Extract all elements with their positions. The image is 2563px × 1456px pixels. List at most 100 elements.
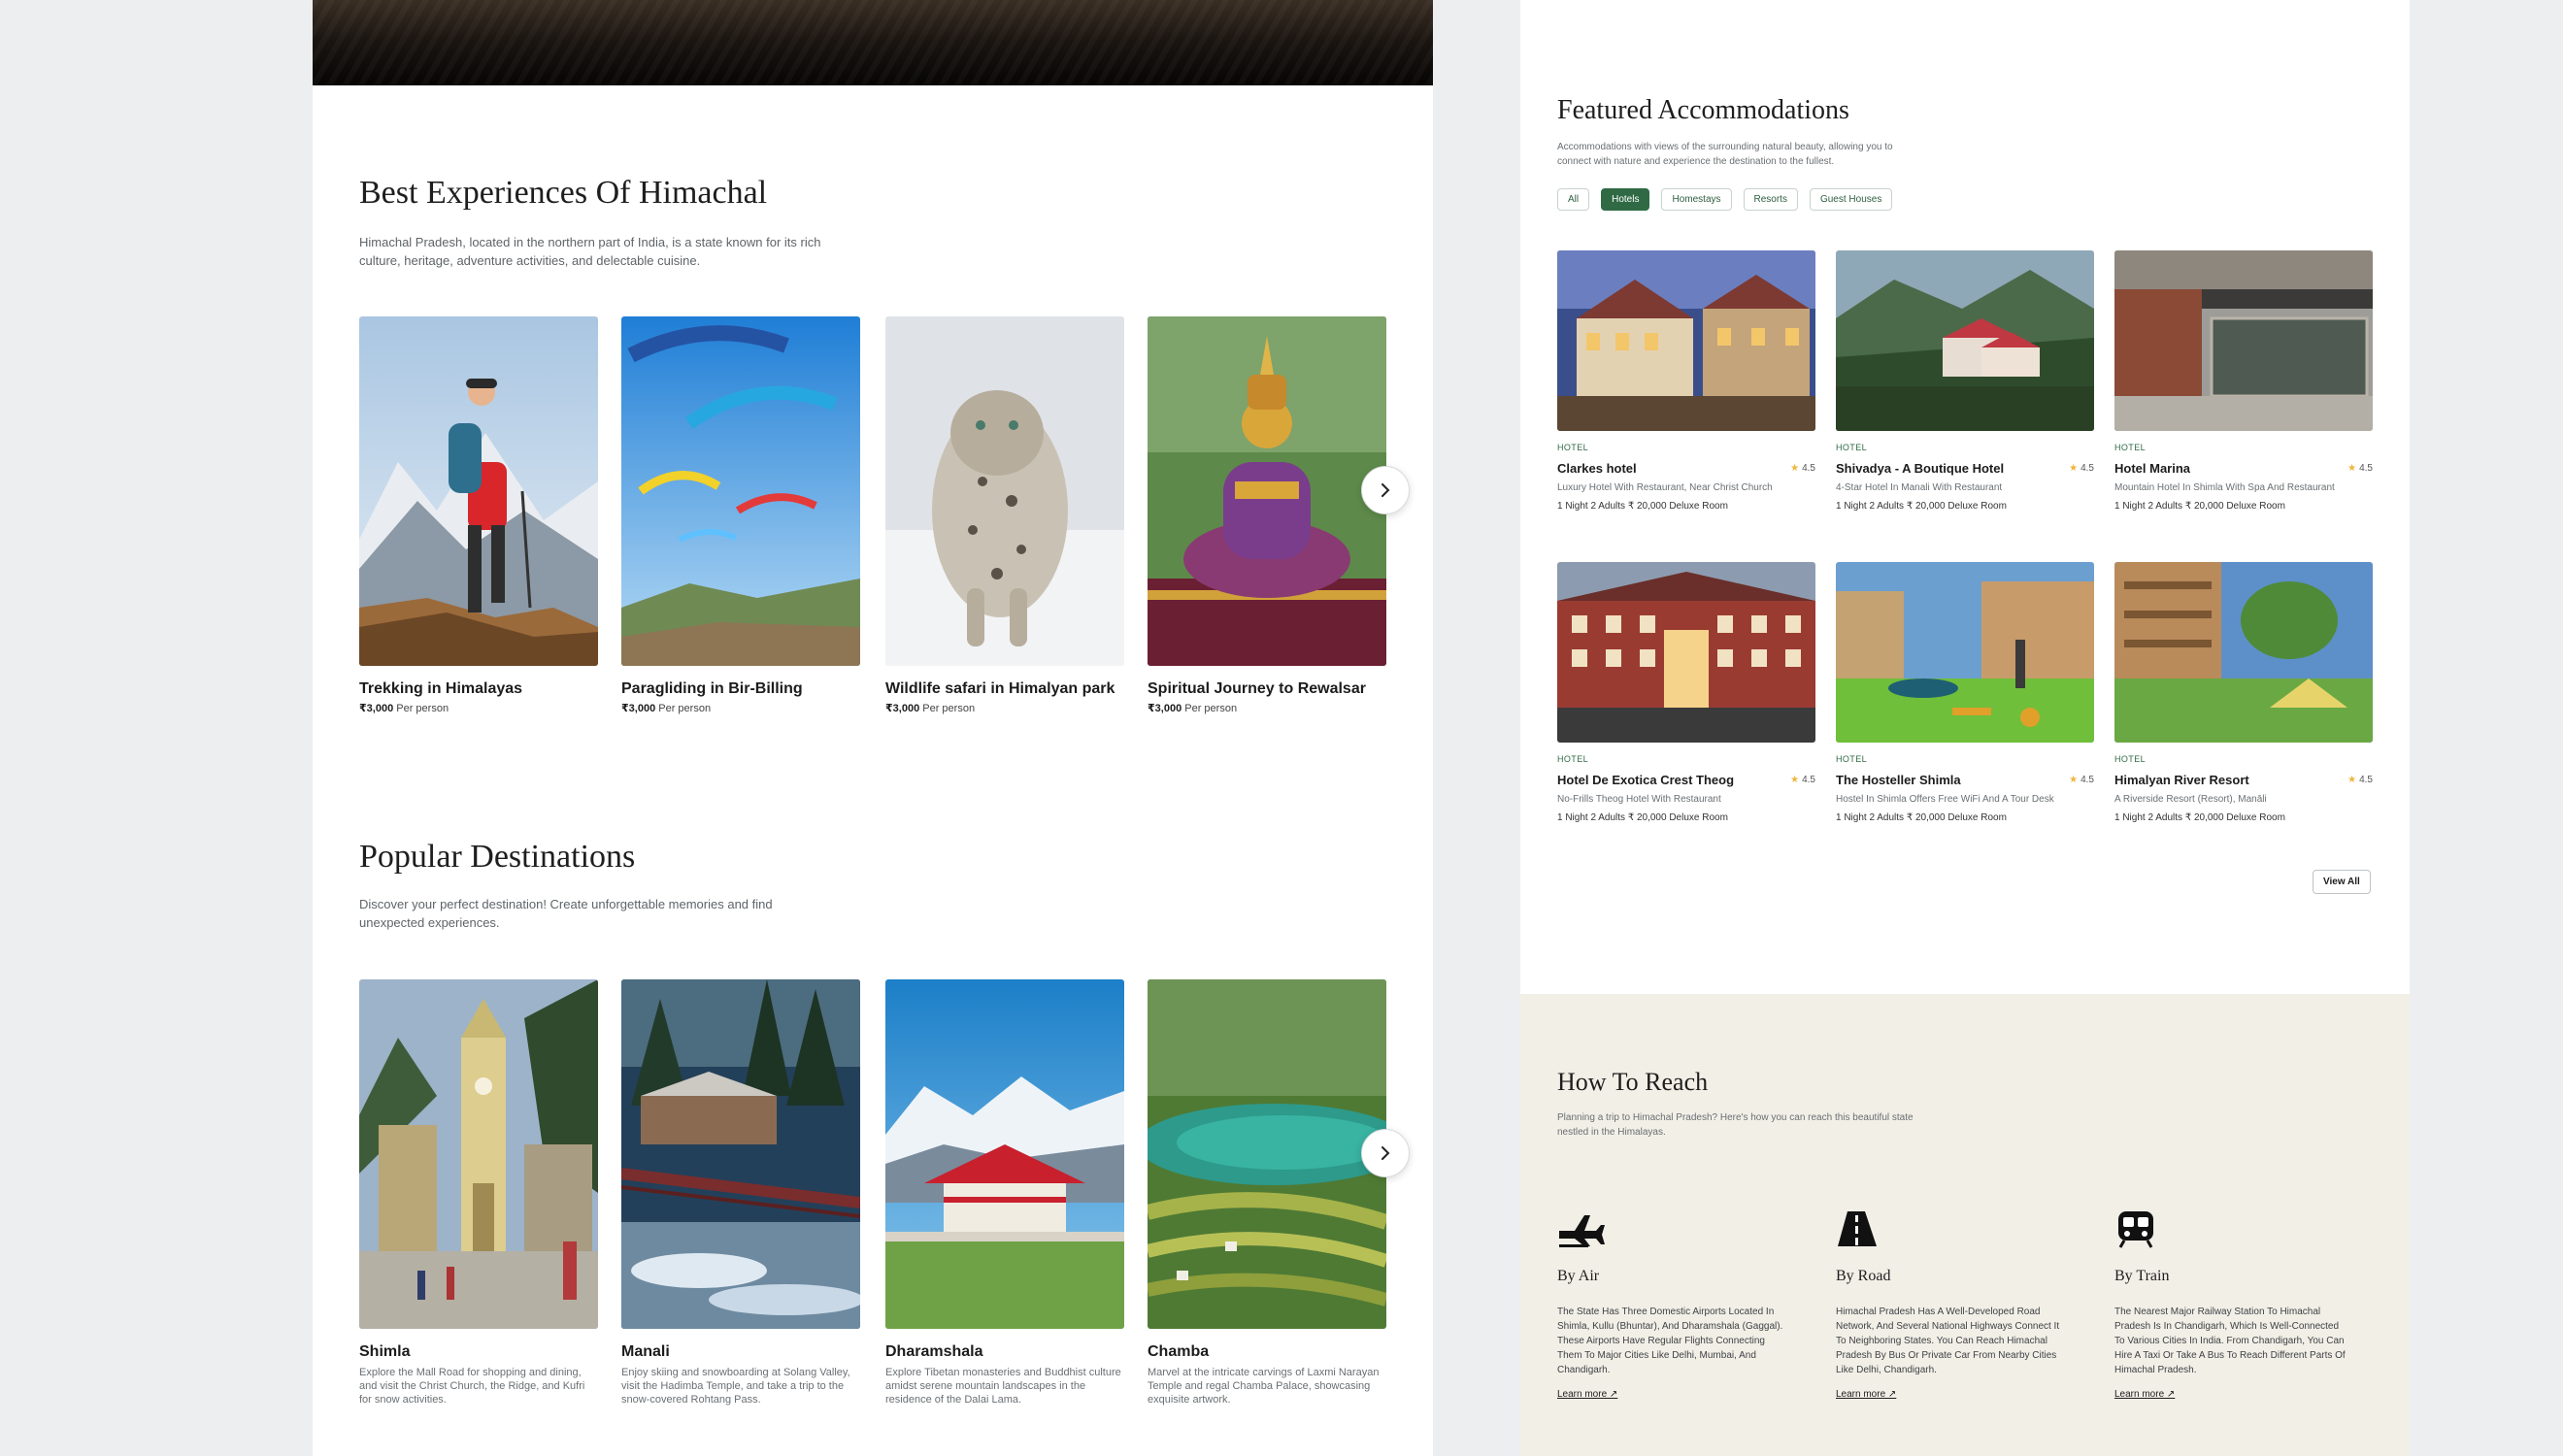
view-all-button[interactable]: View All <box>2313 870 2371 894</box>
hotel-card[interactable]: HOTEL Shivadya - A Boutique Hotel ★ 4.5 4… <box>1836 250 2094 512</box>
destination-name: Dharamshala <box>885 1343 983 1360</box>
hotel-subtitle: Luxury Hotel With Restaurant, Near Chris… <box>1557 482 1773 493</box>
hotel-subtitle: 4-Star Hotel In Manali With Restaurant <box>1836 482 2003 493</box>
experience-name: Wildlife safari in Himalyan park <box>885 680 1115 697</box>
hotel-booking-meta: 1 Night 2 Adults ₹ 20,000 Deluxe Room <box>1836 501 2007 512</box>
hotel-subtitle: Mountain Hotel In Shimla With Spa And Re… <box>2114 482 2335 493</box>
hotel-image-exotica <box>1557 562 1815 743</box>
destination-description: Explore the Mall Road for shopping and d… <box>359 1367 585 1406</box>
hotel-image-shivadya <box>1836 250 2094 431</box>
experience-card[interactable]: Trekking in Himalayas ₹3,000 Per person <box>359 316 598 714</box>
experiences-title: Best Experiences Of Himachal <box>359 175 768 211</box>
destination-description: Enjoy skiing and snowboarding at Solang … <box>621 1367 850 1406</box>
reach-option-road: By Road Himachal Pradesh Has A Well-Deve… <box>1836 1209 2069 1402</box>
hotel-rating: ★ 4.5 <box>2347 775 2373 785</box>
accommodations-description: Accommodations with views of the surroun… <box>1557 142 1893 167</box>
train-icon <box>2114 1209 2163 1248</box>
hotel-subtitle: Hostel In Shimla Offers Free WiFi And A … <box>1836 794 2054 805</box>
hotel-booking-meta: 1 Night 2 Adults ₹ 20,000 Deluxe Room <box>1557 812 1728 823</box>
star-icon: ★ <box>2347 775 2357 785</box>
experience-price: ₹3,000 Per person <box>621 703 712 714</box>
hotel-name: Hotel Marina <box>2114 461 2191 476</box>
destination-image-chamba <box>1148 979 1386 1329</box>
hotel-booking-meta: 1 Night 2 Adults ₹ 20,000 Deluxe Room <box>2114 812 2285 823</box>
hotel-image-river-resort <box>2114 562 2373 743</box>
experience-name: Paragliding in Bir-Billing <box>621 680 803 697</box>
experience-card[interactable]: Spiritual Journey to Rewalsar ₹3,000 Per… <box>1148 316 1386 714</box>
hotel-type: HOTEL <box>1836 754 1868 764</box>
learn-more-link[interactable]: Learn more ↗ <box>2114 1389 2175 1400</box>
hotel-card[interactable]: HOTEL Hotel De Exotica Crest Theog ★ 4.5 … <box>1557 562 1815 823</box>
reach-description: Planning a trip to Himachal Pradesh? Her… <box>1557 1112 1914 1138</box>
destinations-description: Discover your perfect destination! Creat… <box>359 897 773 930</box>
star-icon: ★ <box>1790 775 1800 785</box>
learn-more-link[interactable]: Learn more ↗ <box>1557 1389 1617 1400</box>
hotel-image-clarkes <box>1557 250 1815 431</box>
reach-option-train: By Train The Nearest Major Railway Stati… <box>2114 1209 2347 1402</box>
experience-image-paragliding <box>621 316 860 666</box>
accommodations-title: Featured Accommodations <box>1557 95 1849 125</box>
destination-image-shimla <box>359 979 598 1329</box>
experience-card[interactable]: Paragliding in Bir-Billing ₹3,000 Per pe… <box>621 316 860 714</box>
destination-name: Manali <box>621 1343 670 1360</box>
filter-all[interactable]: All <box>1557 188 1590 211</box>
destinations-title: Popular Destinations <box>359 839 636 875</box>
hotel-card[interactable]: HOTEL Himalyan River Resort ★ 4.5 A River… <box>2114 562 2373 823</box>
reach-title: How To Reach <box>1557 1068 1709 1096</box>
star-icon: ★ <box>2347 463 2357 474</box>
destination-card[interactable]: Dharamshala Explore Tibetan monasteries … <box>885 979 1124 1406</box>
experience-image-rewalsar <box>1148 316 1386 666</box>
hotel-type: HOTEL <box>1557 443 1589 452</box>
experiences-description: Himachal Pradesh, located in the norther… <box>359 235 821 268</box>
hotel-card[interactable]: HOTEL Hotel Marina ★ 4.5 Mountain Hotel I… <box>2114 250 2373 512</box>
hotel-rating: ★ 4.5 <box>2069 463 2094 474</box>
learn-more-link[interactable]: Learn more ↗ <box>1836 1389 1896 1400</box>
chevron-right-icon <box>1381 1146 1390 1160</box>
experience-name: Trekking in Himalayas <box>359 680 523 697</box>
filter-guest-houses[interactable]: Guest Houses <box>1809 188 1893 211</box>
hotel-booking-meta: 1 Night 2 Adults ₹ 20,000 Deluxe Room <box>1836 812 2007 823</box>
left-page-panel: Best Experiences Of Himachal Himachal Pr… <box>313 0 1433 1456</box>
reach-option-title: By Train <box>2114 1268 2170 1284</box>
filter-resorts[interactable]: Resorts <box>1743 188 1798 211</box>
hotel-card[interactable]: HOTEL The Hosteller Shimla ★ 4.5 Hostel I… <box>1836 562 2094 823</box>
hotel-subtitle: A Riverside Resort (Resort), Manāli <box>2114 794 2267 805</box>
filter-homestays[interactable]: Homestays <box>1661 188 1732 211</box>
experience-price: ₹3,000 Per person <box>359 703 449 714</box>
destination-description: Marvel at the intricate carvings of Laxm… <box>1148 1367 1380 1406</box>
hotel-rating: ★ 4.5 <box>2069 775 2094 785</box>
destination-image-dharamshala <box>885 979 1124 1329</box>
hotel-type: HOTEL <box>2114 443 2147 452</box>
experience-card[interactable]: Wildlife safari in Himalyan park ₹3,000 … <box>885 316 1124 714</box>
hotel-name: The Hosteller Shimla <box>1836 773 1961 787</box>
reach-option-text: Himachal Pradesh Has A Well-Developed Ro… <box>1836 1307 2060 1375</box>
hotel-rating: ★ 4.5 <box>1790 775 1815 785</box>
filter-hotels[interactable]: Hotels <box>1601 188 1650 211</box>
hotel-rating: ★ 4.5 <box>2347 463 2373 474</box>
hotel-type: HOTEL <box>1557 754 1589 764</box>
reach-option-text: The Nearest Major Railway Station To Him… <box>2114 1307 2346 1375</box>
destination-card[interactable]: Shimla Explore the Mall Road for shoppin… <box>359 979 598 1406</box>
hero-image <box>313 0 1433 85</box>
experience-image-wildlife <box>885 316 1124 666</box>
experience-image-trekking <box>359 316 598 666</box>
hotel-image-marina <box>2114 250 2373 431</box>
destination-description: Explore Tibetan monasteries and Buddhist… <box>885 1367 1121 1406</box>
star-icon: ★ <box>2069 775 2079 785</box>
destination-name: Chamba <box>1148 1343 1210 1360</box>
right-page-panel: Featured Accommodations Accommodations w… <box>1520 0 2410 1456</box>
reach-option-air: By Air The State Has Three Domestic Airp… <box>1557 1209 1790 1402</box>
hotel-type: HOTEL <box>1836 443 1868 452</box>
reach-option-title: By Air <box>1557 1268 1600 1284</box>
destinations-next-button[interactable] <box>1361 1129 1410 1177</box>
hotel-subtitle: No-Frills Theog Hotel With Restaurant <box>1557 794 1721 805</box>
destination-card[interactable]: Manali Enjoy skiing and snowboarding at … <box>621 979 860 1406</box>
hotel-card[interactable]: HOTEL Clarkes hotel ★ 4.5 Luxury Hotel Wi… <box>1557 250 1815 512</box>
hotel-name: Himalyan River Resort <box>2114 773 2249 787</box>
hotel-name: Hotel De Exotica Crest Theog <box>1557 773 1735 787</box>
hotel-rating: ★ 4.5 <box>1790 463 1815 474</box>
hotel-type: HOTEL <box>2114 754 2147 764</box>
experiences-next-button[interactable] <box>1361 466 1410 514</box>
destination-name: Shimla <box>359 1343 411 1360</box>
destination-card[interactable]: Chamba Marvel at the intricate carvings … <box>1148 979 1386 1406</box>
